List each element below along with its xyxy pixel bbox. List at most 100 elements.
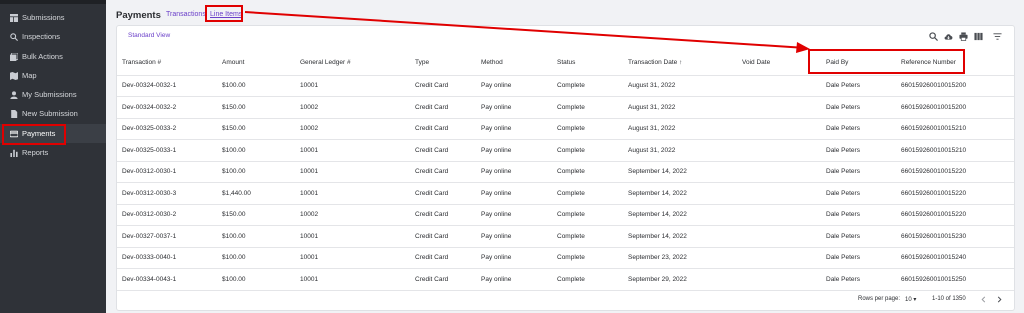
cell-status: Complete bbox=[557, 232, 585, 240]
cell-type: Credit Card bbox=[415, 211, 449, 218]
sidebar-item-inspections[interactable]: Inspections bbox=[0, 27, 106, 46]
cell-amount: $100.00 bbox=[222, 275, 246, 283]
chevron-down-icon: ▾ bbox=[913, 297, 917, 303]
table-row[interactable]: Dev-00312-0030-3 $1,440.00 10001 Credit Car… bbox=[0, 183, 1024, 205]
cell-paid-by: Dale Peters bbox=[826, 146, 860, 154]
cell-method: Pay online bbox=[481, 168, 512, 175]
table-row[interactable]: Dev-00334-0043-1 $100.00 10001 Credit Card P… bbox=[0, 269, 1024, 291]
cell-amount: $150.00 bbox=[222, 125, 246, 132]
table-row[interactable]: Dev-00324-0032-1 $100.00 10001 Credit Card P… bbox=[0, 75, 1024, 97]
cell-paid-by: Dale Peters bbox=[826, 232, 860, 240]
cell-general-ledger: 10001 bbox=[300, 146, 319, 154]
table-row[interactable]: Dev-00324-0032-2 $150.00 10002 Credit Card P… bbox=[0, 97, 1024, 119]
cell-paid-by: Dale Peters bbox=[826, 82, 860, 89]
cell-general-ledger: 10001 bbox=[300, 82, 319, 89]
cell-amount: $100.00 bbox=[222, 82, 246, 89]
cell-type: Credit Card bbox=[415, 189, 449, 197]
tab-transactions[interactable]: Transactions bbox=[166, 11, 206, 18]
cell-transaction-date: September 14, 2022 bbox=[628, 189, 687, 197]
sidebar-top-strip bbox=[0, 0, 106, 4]
cell-paid-by: Dale Peters bbox=[826, 103, 860, 111]
column-header-transaction[interactable]: Transaction # bbox=[122, 59, 161, 66]
cell-type: Credit Card bbox=[415, 125, 449, 132]
cell-paid-by: Dale Peters bbox=[826, 275, 860, 283]
cell-general-ledger: 10001 bbox=[300, 189, 319, 197]
cell-type: Credit Card bbox=[415, 254, 449, 261]
cell-general-ledger: 10001 bbox=[300, 275, 319, 283]
cell-method: Pay online bbox=[481, 82, 512, 89]
cell-reference-number: 660159260010015200 bbox=[901, 82, 967, 89]
column-header-method[interactable]: Method bbox=[481, 59, 503, 66]
grid-icon bbox=[9, 13, 18, 22]
cell-type: Credit Card bbox=[415, 232, 449, 240]
cell-status: Complete bbox=[557, 125, 585, 132]
sidebar-item-bulk-actions[interactable]: Bulk Actions bbox=[0, 47, 106, 66]
column-header-amount[interactable]: Amount bbox=[222, 59, 244, 66]
rows-per-page-select[interactable]: 10 ▾ bbox=[905, 296, 916, 303]
cell-status: Complete bbox=[557, 211, 585, 218]
layers-icon bbox=[9, 52, 18, 61]
cell-transaction-date: September 14, 2022 bbox=[628, 211, 687, 218]
cell-transaction: Dev-00312-0030-2 bbox=[122, 211, 177, 218]
column-header-void-date[interactable]: Void Date bbox=[742, 59, 770, 66]
table-row[interactable]: Dev-00325-0033-2 $150.00 10002 Credit Card P… bbox=[0, 118, 1024, 140]
cell-status: Complete bbox=[557, 168, 585, 175]
column-header-transaction-date[interactable]: Transaction Date ↑ bbox=[628, 59, 682, 66]
cell-transaction: Dev-00325-0033-2 bbox=[122, 125, 177, 132]
table-row[interactable]: Dev-00333-0040-1 $100.00 10001 Credit Card P… bbox=[0, 247, 1024, 269]
next-page-icon[interactable] bbox=[994, 294, 1004, 304]
cell-method: Pay online bbox=[481, 103, 512, 111]
cell-general-ledger: 10002 bbox=[300, 103, 319, 111]
column-header-type[interactable]: Type bbox=[415, 59, 429, 66]
cell-transaction: Dev-00324-0032-1 bbox=[122, 82, 177, 89]
cell-reference-number: 660159260010015200 bbox=[901, 103, 967, 111]
cell-transaction: Dev-00327-0037-1 bbox=[122, 232, 177, 240]
cell-status: Complete bbox=[557, 146, 585, 154]
columns-icon[interactable] bbox=[973, 31, 983, 41]
column-header-status[interactable]: Status bbox=[557, 59, 575, 66]
cell-paid-by: Dale Peters bbox=[826, 125, 860, 132]
cell-reference-number: 660159260010015240 bbox=[901, 254, 967, 261]
cell-method: Pay online bbox=[481, 254, 512, 261]
column-header-general-ledger[interactable]: General Ledger # bbox=[300, 59, 351, 66]
annotation-box-new-columns bbox=[808, 49, 965, 74]
cell-status: Complete bbox=[557, 275, 585, 283]
annotation-box-line-items bbox=[205, 5, 243, 22]
previous-page-icon[interactable] bbox=[978, 294, 988, 304]
cell-method: Pay online bbox=[481, 146, 512, 154]
cell-general-ledger: 10001 bbox=[300, 168, 319, 175]
sidebar-item-label: Bulk Actions bbox=[22, 52, 63, 61]
cell-type: Credit Card bbox=[415, 275, 449, 283]
cell-transaction-date: September 14, 2022 bbox=[628, 168, 687, 175]
cell-paid-by: Dale Peters bbox=[826, 168, 860, 175]
rows-per-page-label: Rows per page: bbox=[858, 296, 901, 302]
table-row[interactable]: Dev-00325-0033-1 $100.00 10001 Credit Card P… bbox=[0, 140, 1024, 162]
sidebar-item-label: Submissions bbox=[22, 13, 65, 22]
cell-paid-by: Dale Peters bbox=[826, 254, 860, 261]
app-root: Submissions Inspections Bulk Actions Map… bbox=[0, 0, 1024, 313]
print-icon[interactable] bbox=[958, 31, 968, 41]
cell-method: Pay online bbox=[481, 189, 512, 197]
cell-status: Complete bbox=[557, 189, 585, 197]
cell-transaction-date: August 31, 2022 bbox=[628, 146, 676, 154]
cell-reference-number: 660159260010015210 bbox=[901, 146, 967, 154]
view-selector[interactable]: Standard View bbox=[128, 32, 170, 39]
search-icon[interactable] bbox=[928, 31, 938, 41]
table-row[interactable]: Dev-00312-0030-1 $100.00 10001 Credit Card P… bbox=[0, 161, 1024, 183]
cell-reference-number: 660159260010015210 bbox=[901, 125, 967, 132]
cell-type: Credit Card bbox=[415, 168, 449, 175]
cell-transaction: Dev-00312-0030-3 bbox=[122, 189, 177, 197]
cell-reference-number: 660159260010015250 bbox=[901, 275, 967, 283]
cloud-download-icon[interactable] bbox=[943, 31, 953, 41]
rows-per-page-value: 10 bbox=[905, 297, 912, 303]
cell-general-ledger: 10001 bbox=[300, 232, 319, 240]
sort-ascending-icon: ↑ bbox=[679, 59, 683, 66]
cell-status: Complete bbox=[557, 103, 585, 111]
table-row[interactable]: Dev-00312-0030-2 $150.00 10002 Credit Card P… bbox=[0, 204, 1024, 226]
row-divider bbox=[117, 289, 1014, 291]
filter-icon[interactable] bbox=[992, 31, 1002, 41]
cell-transaction-date: August 31, 2022 bbox=[628, 82, 676, 89]
table-row[interactable]: Dev-00327-0037-1 $100.00 10001 Credit Card P… bbox=[0, 226, 1024, 248]
sidebar-item-submissions[interactable]: Submissions bbox=[0, 8, 106, 27]
cell-amount: $100.00 bbox=[222, 168, 246, 175]
